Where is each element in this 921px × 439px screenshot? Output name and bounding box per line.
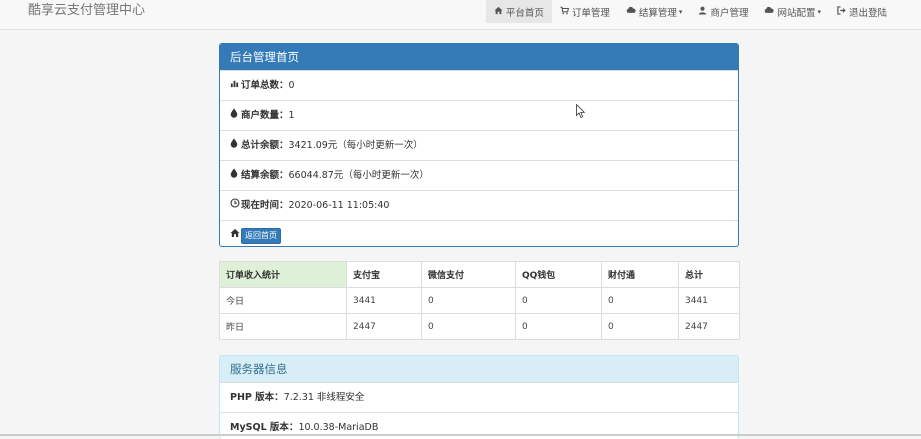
- merchant-count-value: 1: [288, 110, 295, 121]
- income-stats-table: 订单收入统计 支付宝 微信支付 QQ钱包 财付通 总计 今日 3441 0 0 …: [219, 261, 740, 340]
- main-nav: 平台首页 订单管理 结算管理 ▾ 商户管理 网站配置 ▾ 退出登陆: [485, 0, 921, 29]
- tint-icon: [230, 132, 241, 161]
- table-cell: 2447: [346, 313, 422, 340]
- nav-item-label: 退出登陆: [848, 7, 887, 19]
- table-row: 今日 3441 0 0 0 3441: [219, 287, 740, 314]
- merchant-count-label: 商户数量：: [241, 110, 289, 121]
- logout-icon: [837, 5, 846, 18]
- order-total-label: 订单总数：: [241, 80, 289, 91]
- table-cell: 0: [515, 287, 602, 314]
- brand-title[interactable]: 酷享云支付管理中心: [28, 3, 145, 19]
- overview-panel-title: 后台管理首页: [220, 44, 738, 70]
- php-version-label: PHP 版本：: [230, 392, 284, 403]
- table-header-cell: 总计: [678, 261, 740, 288]
- mouse-cursor-icon: [576, 103, 586, 122]
- cloud-icon: [764, 6, 775, 17]
- total-balance-value: 3421.09元（每小时更新一次）: [288, 140, 423, 151]
- cart-icon: [560, 6, 569, 18]
- nav-item-label: 订单管理: [571, 7, 610, 19]
- nav-item-merchants[interactable]: 商户管理: [690, 0, 756, 23]
- table-cell: 3441: [346, 287, 422, 314]
- table-cell: 3441: [678, 287, 740, 314]
- server-info-panel: 服务器信息 PHP 版本：7.2.31 非线程安全 MySQL 版本：10.0.…: [219, 355, 739, 439]
- settle-balance-value: 66044.87元（每小时更新一次）: [288, 170, 429, 181]
- back-home-row: 返回首页: [220, 220, 738, 246]
- table-header-cell: 微信支付: [421, 261, 516, 288]
- mysql-version-value: 10.0.38-MariaDB: [298, 422, 379, 433]
- table-cell: 2447: [678, 313, 740, 340]
- nav-item-label: 商户管理: [710, 7, 749, 19]
- user-icon: [698, 6, 707, 18]
- mysql-version-label: MySQL 版本：: [230, 422, 299, 433]
- home-icon: [494, 6, 503, 18]
- back-home-button[interactable]: 返回首页: [241, 227, 281, 244]
- home-icon: [230, 222, 241, 246]
- current-time-value: 2020-06-11 11:05:40: [288, 200, 390, 211]
- caret-down-icon: ▾: [817, 7, 821, 16]
- total-balance-label: 总计余额：: [241, 140, 289, 151]
- php-version-row: PHP 版本：7.2.31 非线程安全: [220, 382, 738, 412]
- nav-item-logout[interactable]: 退出登陆: [829, 0, 895, 23]
- cloud-icon: [626, 6, 636, 17]
- table-cell: 昨日: [219, 313, 347, 340]
- table-cell: 0: [421, 287, 516, 314]
- merchant-count-row: 商户数量：1: [220, 100, 738, 130]
- tint-icon: [230, 102, 241, 131]
- table-header-cell: QQ钱包: [515, 261, 602, 288]
- table-header-row: 订单收入统计 支付宝 微信支付 QQ钱包 财付通 总计: [219, 261, 740, 288]
- overview-panel: 后台管理首页 订单总数：0 商户数量：1 总计余额：3421.09元（每小时更新…: [219, 43, 739, 247]
- order-total-value: 0: [288, 80, 295, 91]
- settle-balance-row: 结算余额：66044.87元（每小时更新一次）: [220, 160, 738, 190]
- nav-item-orders[interactable]: 订单管理: [552, 0, 618, 23]
- table-cell: 今日: [219, 287, 347, 314]
- table-cell: 0: [601, 287, 679, 314]
- php-version-value: 7.2.31 非线程安全: [283, 392, 365, 403]
- bar-chart-icon: [230, 72, 241, 101]
- table-header-cell: 支付宝: [346, 261, 422, 288]
- table-cell: 0: [515, 313, 602, 340]
- total-balance-row: 总计余额：3421.09元（每小时更新一次）: [220, 130, 738, 160]
- nav-item-label: 结算管理: [638, 7, 677, 19]
- top-navbar: 酷享云支付管理中心 平台首页 订单管理 结算管理 ▾ 商户管理 网站配置 ▾ 退…: [0, 0, 921, 30]
- table-row: 昨日 2447 0 0 0 2447: [219, 313, 740, 340]
- nav-item-home[interactable]: 平台首页: [485, 0, 552, 23]
- clock-icon: [230, 192, 241, 221]
- current-time-label: 现在时间：: [241, 200, 289, 211]
- tint-icon: [230, 162, 241, 191]
- nav-item-settlement[interactable]: 结算管理 ▾: [618, 0, 691, 23]
- table-header-cell: 订单收入统计: [219, 261, 347, 288]
- settle-balance-label: 结算余额：: [241, 170, 289, 181]
- table-cell: 0: [421, 313, 516, 340]
- nav-item-label: 网站配置: [777, 7, 816, 19]
- nav-item-label: 平台首页: [505, 7, 544, 19]
- order-total-row: 订单总数：0: [220, 70, 738, 100]
- table-cell: 0: [601, 313, 679, 340]
- caret-down-icon: ▾: [678, 7, 683, 16]
- current-time-row: 现在时间：2020-06-11 11:05:40: [220, 190, 738, 220]
- nav-item-site-config[interactable]: 网站配置 ▾: [756, 0, 829, 23]
- server-info-title: 服务器信息: [220, 356, 738, 382]
- table-header-cell: 财付通: [601, 261, 679, 288]
